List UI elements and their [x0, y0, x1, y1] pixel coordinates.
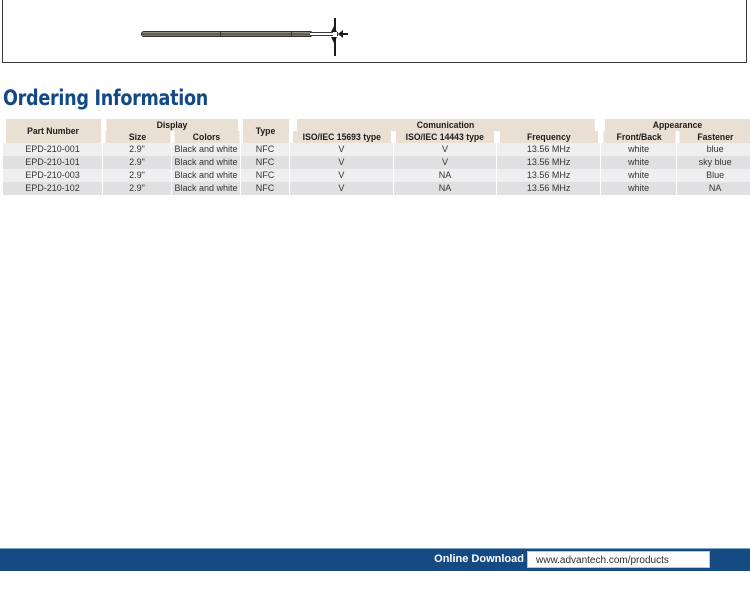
table-header: Part Number Display Type Comunication Ap…	[3, 119, 750, 143]
technical-drawing-panel	[2, 0, 747, 63]
panel-seam-right	[291, 31, 292, 37]
column-header-frequency: Frequency	[498, 131, 599, 143]
product-side-view-drawing	[138, 18, 348, 58]
cell-fastener: sky blue	[676, 156, 750, 169]
online-download-url: www.advantech.com/products	[536, 555, 669, 566]
online-download-url-box[interactable]: www.advantech.com/products	[527, 551, 710, 568]
table-row: EPD-210-003 2.9" Black and white NFC V N…	[2, 169, 750, 182]
table-body: EPD-210-001 2.9" Black and white NFC V V…	[2, 143, 750, 195]
page-title: Ordering Information	[3, 86, 209, 110]
table-row: EPD-210-102 2.9" Black and white NFC V N…	[2, 182, 750, 195]
cell-part-number: EPD-210-101	[2, 156, 103, 169]
group-header-appearance: Appearance	[603, 119, 750, 131]
cell-size: 2.9"	[102, 169, 172, 182]
cell-fastener: Blue	[676, 169, 750, 182]
cell-iso-15693: V	[289, 143, 394, 156]
cell-frequency: 13.56 MHz	[496, 156, 601, 169]
cell-colors: Black and white	[171, 143, 241, 156]
cell-iso-14443: NA	[392, 169, 497, 182]
group-header-communication: Comunication	[295, 119, 595, 131]
column-header-front-back: Front/Back	[601, 131, 676, 143]
cell-iso-14443: V	[392, 156, 497, 169]
cell-iso-14443: NA	[392, 182, 497, 195]
cell-fastener: NA	[676, 182, 750, 195]
cell-size: 2.9"	[102, 156, 172, 169]
column-header-part-number: Part Number	[4, 119, 101, 143]
table-row: EPD-210-101 2.9" Black and white NFC V V…	[2, 156, 750, 169]
cell-part-number: EPD-210-003	[2, 169, 103, 182]
cell-part-number: EPD-210-001	[2, 143, 103, 156]
table-group-header-row: Part Number Display Type Comunication Ap…	[3, 119, 750, 143]
cell-type: NFC	[240, 143, 290, 156]
cell-frequency: 13.56 MHz	[496, 169, 601, 182]
cell-iso-15693: V	[289, 156, 394, 169]
column-header-size: Size	[103, 131, 171, 143]
dimension-leader-arrow-icon	[338, 30, 343, 38]
cell-front-back: white	[599, 156, 677, 169]
cell-front-back: white	[599, 143, 677, 156]
cell-type: NFC	[240, 169, 290, 182]
column-header-type: Type	[240, 119, 289, 143]
cell-fastener: blue	[676, 143, 750, 156]
cell-size: 2.9"	[102, 182, 172, 195]
cell-iso-14443: V	[392, 143, 497, 156]
column-header-iso-14443: ISO/IEC 14443 type	[394, 131, 495, 143]
ordering-information-table: Part Number Display Type Comunication Ap…	[2, 119, 750, 195]
cell-type: NFC	[240, 156, 290, 169]
panel-seam-left	[220, 31, 221, 37]
cell-colors: Black and white	[171, 182, 241, 195]
dimension-arrow-down-icon	[331, 37, 337, 43]
cell-colors: Black and white	[171, 156, 241, 169]
cell-front-back: white	[599, 182, 677, 195]
table-row: EPD-210-001 2.9" Black and white NFC V V…	[2, 143, 750, 156]
cell-part-number: EPD-210-102	[2, 182, 103, 195]
cell-size: 2.9"	[102, 143, 172, 156]
online-download-label: Online Download	[434, 553, 524, 565]
cell-iso-15693: V	[289, 182, 394, 195]
column-header-colors: Colors	[172, 131, 240, 143]
dimension-arrow-up-icon	[331, 26, 337, 32]
cell-frequency: 13.56 MHz	[496, 143, 601, 156]
group-header-display: Display	[104, 119, 238, 131]
cell-front-back: white	[599, 169, 677, 182]
cell-iso-15693: V	[289, 169, 394, 182]
display-panel-edge-shape	[141, 31, 313, 37]
column-header-fastener: Fastener	[677, 131, 750, 143]
cell-colors: Black and white	[171, 169, 241, 182]
cell-type: NFC	[240, 182, 290, 195]
column-header-iso-15693: ISO/IEC 15693 type	[291, 131, 392, 143]
cell-frequency: 13.56 MHz	[496, 182, 601, 195]
table-column-header-row: Size Colors ISO/IEC 15693 type ISO/IEC 1…	[3, 131, 750, 143]
